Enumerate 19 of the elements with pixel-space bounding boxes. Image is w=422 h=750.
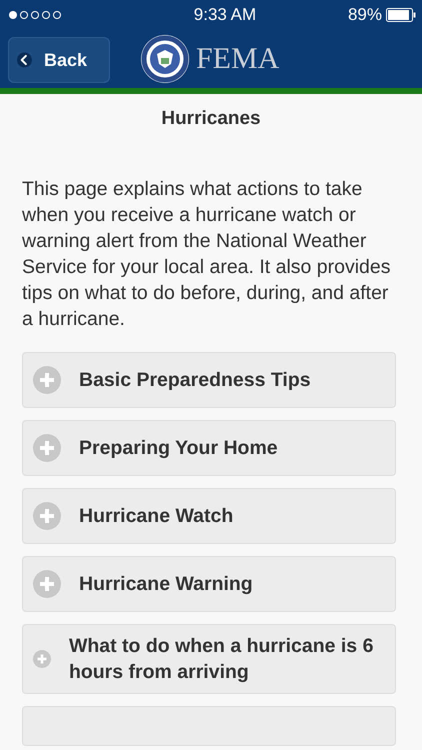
expand-icon	[33, 434, 61, 462]
clock: 9:33 AM	[194, 5, 256, 25]
accordion-item[interactable]: Basic Preparedness Tips	[22, 352, 396, 408]
accordion-item[interactable]: Hurricane Warning	[22, 556, 396, 612]
intro-text: This page explains what actions to take when you receive a hurricane watch or warning alert from the National Weather Service for your local area. It also provides tips on what to do before, during, and after a hurricane.	[22, 177, 392, 332]
logo-text: FEMA	[196, 42, 280, 76]
seal-icon	[140, 34, 190, 84]
accordion-item[interactable]: What to do when a hurricane is 6 hours from arriving	[22, 624, 396, 694]
accordion-item[interactable]	[22, 706, 396, 746]
page-title: Hurricanes	[160, 108, 262, 130]
battery-level: 89%	[348, 5, 382, 25]
accordion-item[interactable]: Preparing Your Home	[22, 420, 396, 476]
battery-icon	[386, 8, 416, 22]
signal-icon	[8, 10, 62, 20]
accordion-item[interactable]: Hurricane Watch	[22, 488, 396, 544]
expand-icon	[33, 570, 61, 598]
expand-icon	[33, 366, 61, 394]
back-button[interactable]: Back	[8, 37, 110, 83]
expand-icon	[33, 502, 61, 530]
